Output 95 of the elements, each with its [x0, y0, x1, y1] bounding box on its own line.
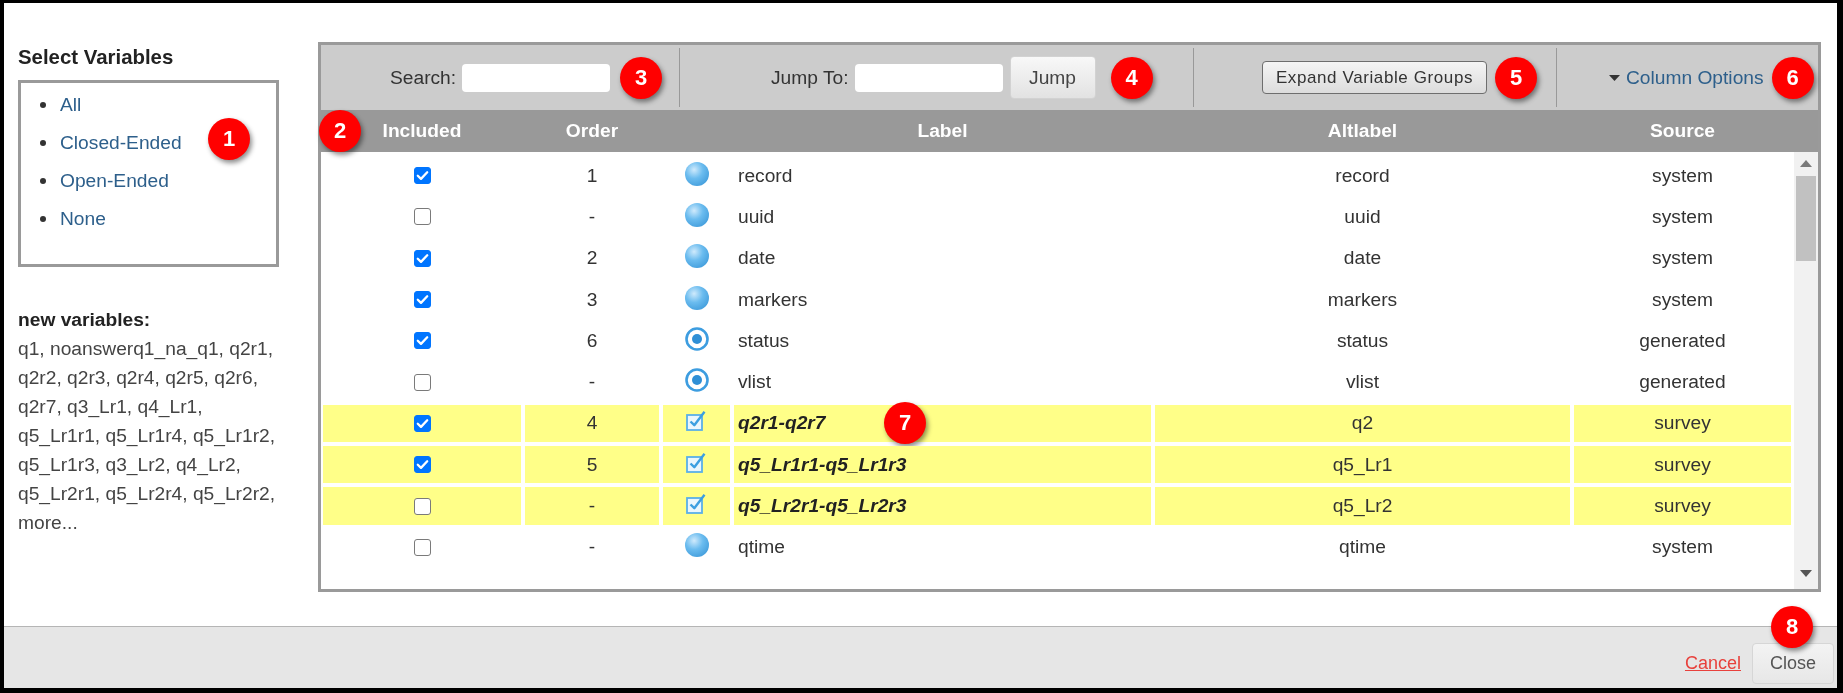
table-cell-text: status: [737, 328, 791, 353]
table-cell-text: 6: [585, 328, 599, 353]
table-cell-text: uuid: [737, 204, 776, 229]
table-cell-text: 2: [585, 246, 599, 271]
checkbox[interactable]: [413, 497, 431, 515]
filter-link[interactable]: All: [60, 93, 82, 117]
expand-groups-button[interactable]: Expand Variable Groups: [1262, 61, 1487, 94]
table-cell: q5_Lr1r1-q5_Lr1r3: [734, 446, 1151, 484]
column-header: Order: [565, 120, 619, 142]
table-cell: survey: [1574, 487, 1791, 525]
up-arrow-icon[interactable]: [1800, 160, 1812, 167]
table-cell-text: vlist: [737, 370, 773, 395]
bullet-icon: [40, 178, 46, 184]
table-cell-text: generated: [1638, 370, 1727, 395]
close-button[interactable]: Close: [1752, 643, 1834, 684]
ticked-square-icon: [686, 451, 707, 473]
checkbox[interactable]: [413, 414, 431, 432]
column-header: Label: [917, 120, 968, 142]
sphere-icon: [684, 202, 709, 227]
jump-to-label: Jump To:: [771, 66, 849, 89]
panel-heading: Select Variables: [18, 45, 174, 69]
callout-marker: 4: [1110, 56, 1153, 99]
column-header: Source: [1649, 120, 1716, 142]
scrollbar[interactable]: [1794, 152, 1818, 589]
callout-marker: 5: [1495, 56, 1537, 99]
caret-icon: [1609, 74, 1620, 81]
checkbox[interactable]: [413, 332, 431, 350]
table-cell: q5_Lr1: [1155, 446, 1570, 484]
table-cell-text: system: [1651, 287, 1714, 312]
sphere-icon: [684, 161, 709, 186]
table-cell: survey: [1574, 446, 1791, 484]
search-field[interactable]: [462, 63, 611, 92]
table-cell-text: record: [1334, 163, 1391, 188]
table-cell-text: system: [1651, 163, 1714, 188]
jump-button[interactable]: Jump: [1009, 56, 1096, 99]
column-header: Included: [382, 120, 462, 142]
table-cell-text: -: [587, 204, 597, 229]
new-variables-heading: new variables:: [18, 308, 151, 332]
table-cell-text: qtime: [1338, 535, 1387, 560]
table-cell-text: status: [1335, 328, 1390, 353]
sphere-icon: [684, 285, 709, 310]
down-arrow-icon[interactable]: [1800, 570, 1812, 577]
checkbox[interactable]: [413, 456, 431, 474]
table-cell: 5: [525, 446, 659, 484]
callout-marker: 6: [1771, 56, 1814, 99]
sphere-icon: [684, 244, 709, 269]
filter-link[interactable]: Closed-Ended: [60, 131, 182, 155]
table-cell: q2: [1155, 404, 1570, 443]
sphere-icon: [684, 533, 709, 558]
table-cell: q5_Lr2: [1155, 487, 1570, 525]
jump-to-field[interactable]: [854, 63, 1003, 92]
table-cell-text: uuid: [1343, 204, 1382, 229]
table-cell-text: system: [1651, 204, 1714, 229]
table-cell-text: 1: [585, 163, 599, 188]
filter-link[interactable]: Open-Ended: [60, 169, 169, 193]
callout-marker: 8: [1771, 606, 1813, 648]
table-cell-text: markers: [1326, 287, 1399, 312]
table-cell: survey: [1574, 404, 1791, 443]
ticked-square-icon: [686, 493, 707, 514]
radio-icon: [684, 326, 709, 351]
callout-marker: 3: [620, 56, 663, 99]
radio-icon: [684, 368, 709, 393]
table-cell-text: date: [1342, 246, 1383, 271]
checkbox[interactable]: [413, 291, 431, 309]
table-cell-text: vlist: [1344, 370, 1380, 395]
table-cell-text: date: [737, 246, 777, 271]
callout-marker: 1: [208, 118, 250, 160]
bullet-icon: [40, 216, 46, 222]
column-header: Altlabel: [1327, 120, 1398, 142]
filter-link[interactable]: None: [60, 207, 106, 231]
table-cell-text: record: [737, 163, 794, 188]
callout-marker: 2: [319, 110, 361, 152]
table-cell-text: 3: [585, 287, 599, 312]
table-cell: -: [525, 487, 659, 525]
ticked-square-icon: [686, 410, 707, 432]
table-cell-text: markers: [737, 287, 809, 312]
new-variables-list: q1, noanswerq1_na_q1, q2r1, q2r2, q2r3, q2r4, q2r5, q2r6, q2r7, q3_Lr1, q4_Lr1, q5_Lr1r1, q5_Lr1r4, q5_Lr1r2, q5_Lr1r3, q3_Lr2, q4_Lr2, q5_Lr2r1, q5_Lr2r4, q5_Lr2r2, more...: [18, 334, 282, 537]
table-cell-text: system: [1651, 246, 1714, 271]
checkbox[interactable]: [413, 538, 431, 556]
checkbox[interactable]: [413, 167, 431, 185]
table-cell-text: -: [587, 370, 597, 395]
table-cell-text: -: [587, 535, 597, 560]
checkbox[interactable]: [413, 373, 431, 391]
bullet-icon: [40, 140, 46, 146]
table-cell-text: generated: [1638, 328, 1727, 353]
column-options-link[interactable]: Column Options: [1609, 66, 1764, 89]
table-cell-text: qtime: [737, 535, 786, 560]
bullet-icon: [40, 102, 46, 108]
checkbox[interactable]: [413, 249, 431, 267]
search-label: Search:: [390, 66, 457, 89]
table-cell: 4: [525, 404, 659, 443]
checkbox[interactable]: [413, 208, 431, 226]
table-cell-text: system: [1651, 535, 1714, 560]
table-cell: q5_Lr2r1-q5_Lr2r3: [734, 487, 1151, 525]
scroll-thumb[interactable]: [1796, 176, 1816, 261]
